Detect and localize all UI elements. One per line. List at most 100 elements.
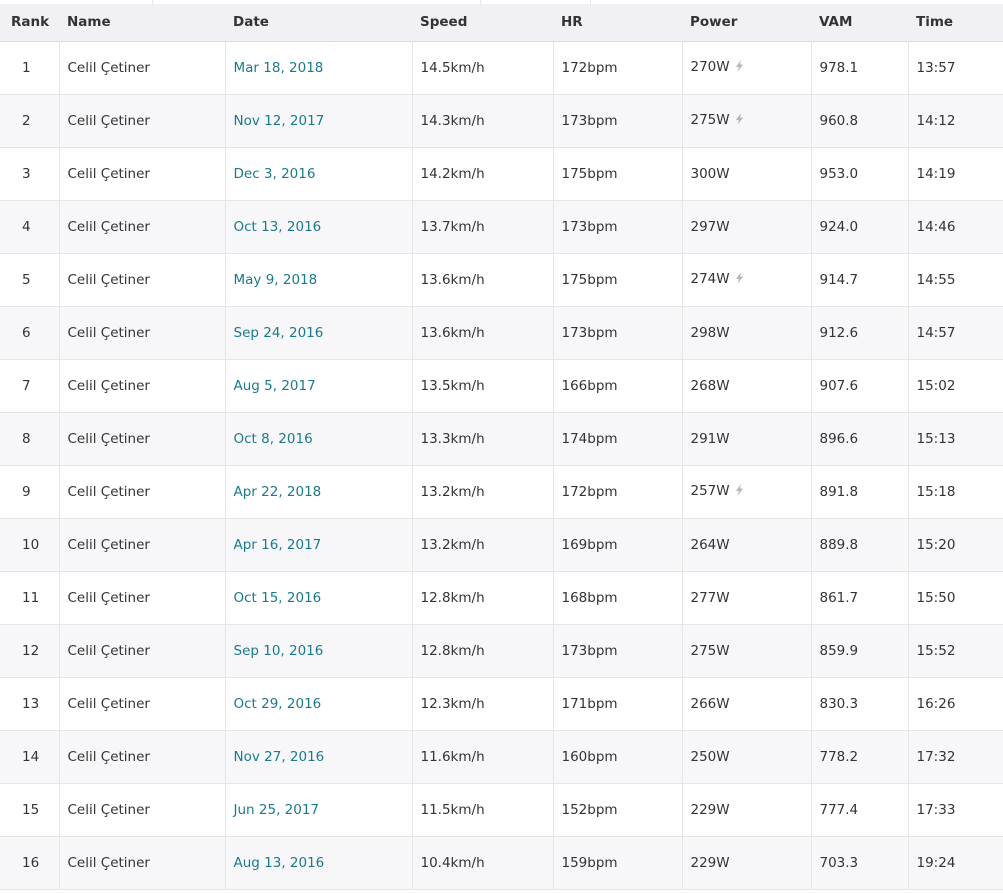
time-cell: 14:55: [907, 253, 1003, 307]
activity-date-link[interactable]: Oct 15, 2016: [234, 590, 322, 606]
power-value: 275W: [690, 642, 730, 659]
athlete-name-cell: Celil Çetiner: [58, 783, 225, 837]
activity-date-link[interactable]: Aug 13, 2016: [234, 855, 325, 871]
rank-cell: 3: [0, 147, 59, 201]
speed-cell: 13.6km/h: [411, 306, 553, 360]
speed-cell: 11.5km/h: [411, 783, 553, 837]
column-header-hr[interactable]: HR: [553, 4, 682, 42]
time-cell: 13:57: [907, 41, 1003, 95]
date-cell: Jun 25, 2017: [224, 783, 412, 837]
rank-cell: 14: [0, 730, 59, 784]
activity-date-link[interactable]: Sep 10, 2016: [234, 643, 324, 659]
power-cell: 270W: [681, 41, 811, 95]
power-cell: 257W: [681, 465, 811, 519]
activity-date-link[interactable]: Dec 3, 2016: [234, 166, 316, 182]
power-value: 257W: [690, 483, 730, 499]
power-cell: 291W: [681, 412, 811, 466]
lightning-bolt-icon: [735, 113, 744, 129]
athlete-name-cell: Celil Çetiner: [58, 306, 225, 360]
activity-date-link[interactable]: Oct 8, 2016: [234, 431, 313, 447]
athlete-name-cell: Celil Çetiner: [58, 200, 225, 254]
heart-rate-cell: 169bpm: [552, 518, 682, 572]
power-value: 268W: [690, 377, 730, 394]
table-row: 16 Celil Çetiner Aug 13, 2016 10.4km/h 1…: [0, 836, 1003, 890]
rank-cell: 7: [0, 359, 59, 413]
power-cell: 266W: [681, 677, 811, 731]
heart-rate-cell: 152bpm: [552, 783, 682, 837]
activity-date-link[interactable]: Apr 16, 2017: [234, 537, 322, 553]
speed-cell: 13.6km/h: [411, 253, 553, 307]
time-cell: 15:18: [907, 465, 1003, 519]
rank-cell: 1: [0, 41, 59, 95]
activity-date-link[interactable]: Mar 18, 2018: [234, 60, 324, 76]
rank-cell: 9: [0, 465, 59, 519]
column-header-name[interactable]: Name: [59, 4, 225, 42]
activity-date-link[interactable]: Aug 5, 2017: [234, 378, 316, 394]
heart-rate-cell: 173bpm: [552, 624, 682, 678]
heart-rate-cell: 173bpm: [552, 94, 682, 148]
date-cell: Mar 18, 2018: [224, 41, 412, 95]
heart-rate-cell: 166bpm: [552, 359, 682, 413]
date-cell: Dec 3, 2016: [224, 147, 412, 201]
speed-cell: 11.6km/h: [411, 730, 553, 784]
heart-rate-cell: 168bpm: [552, 571, 682, 625]
activity-date-link[interactable]: Nov 12, 2017: [234, 113, 325, 129]
activity-date-link[interactable]: May 9, 2018: [234, 272, 318, 288]
activity-date-link[interactable]: Sep 24, 2016: [234, 325, 324, 341]
power-cell: 275W: [681, 624, 811, 678]
time-cell: 15:50: [907, 571, 1003, 625]
power-value: 270W: [690, 59, 730, 75]
vam-cell: 924.0: [810, 200, 908, 254]
date-cell: Oct 15, 2016: [224, 571, 412, 625]
vam-cell: 861.7: [810, 571, 908, 625]
power-cell: 274W: [681, 253, 811, 307]
power-value: 297W: [690, 218, 730, 235]
date-cell: Aug 5, 2017: [224, 359, 412, 413]
power-cell: 268W: [681, 359, 811, 413]
table-row: 7 Celil Çetiner Aug 5, 2017 13.5km/h 166…: [0, 359, 1003, 413]
vam-cell: 960.8: [810, 94, 908, 148]
power-value: 250W: [690, 748, 730, 765]
vam-cell: 778.2: [810, 730, 908, 784]
speed-cell: 10.4km/h: [411, 836, 553, 890]
power-cell: 229W: [681, 836, 811, 890]
power-value: 275W: [690, 112, 730, 128]
power-value: 274W: [690, 271, 730, 287]
heart-rate-cell: 159bpm: [552, 836, 682, 890]
heart-rate-cell: 171bpm: [552, 677, 682, 731]
speed-cell: 13.3km/h: [411, 412, 553, 466]
activity-date-link[interactable]: Nov 27, 2016: [234, 749, 325, 765]
column-header-power[interactable]: Power: [682, 4, 811, 42]
column-header-speed[interactable]: Speed: [412, 4, 553, 42]
rank-cell: 5: [0, 253, 59, 307]
activity-date-link[interactable]: Oct 13, 2016: [234, 219, 322, 235]
rank-cell: 12: [0, 624, 59, 678]
column-header-time[interactable]: Time: [908, 4, 1003, 42]
rank-cell: 8: [0, 412, 59, 466]
athlete-name-cell: Celil Çetiner: [58, 730, 225, 784]
vam-cell: 978.1: [810, 41, 908, 95]
rank-cell: 2: [0, 94, 59, 148]
power-cell: 277W: [681, 571, 811, 625]
vam-cell: 896.6: [810, 412, 908, 466]
athlete-name-cell: Celil Çetiner: [58, 94, 225, 148]
column-header-vam[interactable]: VAM: [811, 4, 908, 42]
lightning-bolt-icon: [735, 484, 744, 500]
activity-date-link[interactable]: Oct 29, 2016: [234, 696, 322, 712]
vam-cell: 914.7: [810, 253, 908, 307]
table-row: 3 Celil Çetiner Dec 3, 2016 14.2km/h 175…: [0, 147, 1003, 201]
column-header-date[interactable]: Date: [225, 4, 412, 42]
activity-date-link[interactable]: Jun 25, 2017: [234, 802, 320, 818]
vam-cell: 889.8: [810, 518, 908, 572]
athlete-name-cell: Celil Çetiner: [58, 412, 225, 466]
date-cell: Sep 10, 2016: [224, 624, 412, 678]
column-header-rank[interactable]: Rank: [0, 4, 59, 42]
time-cell: 16:26: [907, 677, 1003, 731]
athlete-name-cell: Celil Çetiner: [58, 465, 225, 519]
rank-cell: 13: [0, 677, 59, 731]
activity-date-link[interactable]: Apr 22, 2018: [234, 484, 322, 500]
vam-cell: 777.4: [810, 783, 908, 837]
table-row: 8 Celil Çetiner Oct 8, 2016 13.3km/h 174…: [0, 412, 1003, 466]
vam-cell: 859.9: [810, 624, 908, 678]
heart-rate-cell: 172bpm: [552, 465, 682, 519]
